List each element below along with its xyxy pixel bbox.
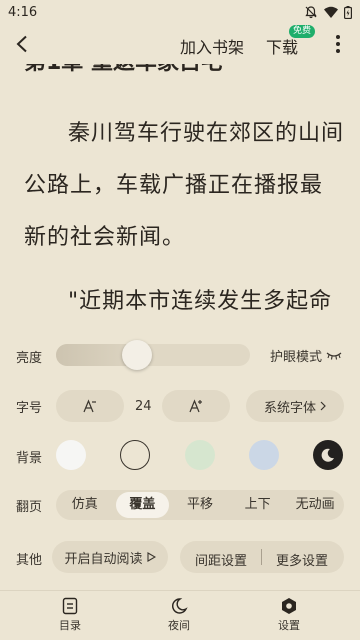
brightness-label: 亮度 (16, 351, 43, 366)
chapter-title: 第1章 重返车家古宅 (24, 64, 324, 78)
paragraph-1: 秦川驾车行驶在郊区的山间公路上，车载广播正在播报最新的社会新闻。 (24, 108, 344, 264)
background-swatch-beige[interactable] (120, 440, 150, 470)
more-vertical-icon (336, 35, 340, 53)
divider (261, 549, 262, 565)
nav-toc-label: 目录 (59, 619, 81, 632)
page-turn-label: 翻页 (16, 500, 43, 515)
toc-icon (62, 597, 78, 615)
paragraph-text: "近期本市连续发生多起命 (68, 289, 333, 314)
font-decrease-button[interactable] (56, 390, 124, 422)
background-swatch-green[interactable] (185, 440, 215, 470)
spacing-settings-button[interactable]: 间距设置 (195, 550, 247, 569)
mute-icon (304, 5, 318, 19)
font-family-label: 系统字体 (263, 400, 316, 416)
page-turn-options: 仿真 覆盖 平移 上下 无动画 (56, 490, 344, 520)
eye-mode-toggle[interactable]: 护眼模式 (270, 346, 342, 365)
other-label: 其他 (16, 553, 43, 568)
chapter-title-text: 第1章 重返车家古宅 (24, 64, 324, 74)
page-turn-option-none[interactable]: 无动画 (288, 492, 342, 518)
eye-closed-icon (326, 352, 342, 360)
status-time: 4:16 (8, 4, 38, 20)
add-to-shelf-button[interactable]: 加入书架 (180, 34, 244, 58)
battery-icon (344, 5, 352, 19)
font-increase-button[interactable] (162, 390, 230, 422)
page-turn-option-cover[interactable]: 覆盖 (115, 492, 170, 518)
paragraph-text: 秦川驾车行驶在郊区的山间公路上，车载广播正在播报最新的社会新闻。 (24, 121, 345, 250)
nav-night[interactable]: 夜间 (149, 597, 209, 633)
page-turn-option-vertical[interactable]: 上下 (231, 492, 285, 518)
background-swatch-night[interactable] (313, 440, 343, 470)
more-menu-button[interactable] (328, 32, 348, 56)
nav-night-label: 夜间 (168, 619, 190, 632)
top-toolbar: 加入书架 下载 免费 (0, 24, 360, 66)
font-family-button[interactable]: 系统字体 (246, 390, 344, 422)
brightness-slider[interactable] (56, 344, 250, 366)
moon-icon (321, 448, 334, 462)
font-decrease-icon (83, 399, 96, 413)
eye-mode-label: 护眼模式 (270, 350, 323, 365)
nav-settings-label: 设置 (278, 619, 300, 632)
free-badge: 免费 (289, 25, 316, 38)
nav-settings[interactable]: 设置 (259, 597, 319, 633)
play-icon (146, 552, 156, 562)
page-turn-option-slide[interactable]: 平移 (173, 492, 227, 518)
nav-toc[interactable]: 目录 (40, 597, 100, 633)
bottom-nav: 目录 夜间 设置 (0, 590, 360, 640)
more-settings-button[interactable]: 更多设置 (276, 550, 328, 569)
status-bar: 4:16 (0, 0, 360, 24)
status-icons (304, 5, 352, 19)
font-size-label: 字号 (16, 401, 43, 416)
chevron-right-icon (320, 401, 326, 411)
chevron-left-icon (16, 35, 27, 53)
background-swatch-white[interactable] (56, 440, 86, 470)
font-increase-icon (189, 399, 202, 413)
night-mode-icon (172, 598, 188, 614)
background-swatch-blue[interactable] (249, 440, 279, 470)
settings-hexagon-icon (282, 598, 296, 614)
back-button[interactable] (10, 32, 34, 56)
auto-read-button[interactable]: 开启自动阅读 (52, 541, 168, 573)
background-label: 背景 (16, 451, 43, 466)
page-turn-option-simulation[interactable]: 仿真 (58, 492, 112, 518)
auto-read-label: 开启自动阅读 (64, 551, 143, 567)
font-size-value: 24 (135, 399, 152, 414)
wifi-icon (324, 6, 338, 18)
